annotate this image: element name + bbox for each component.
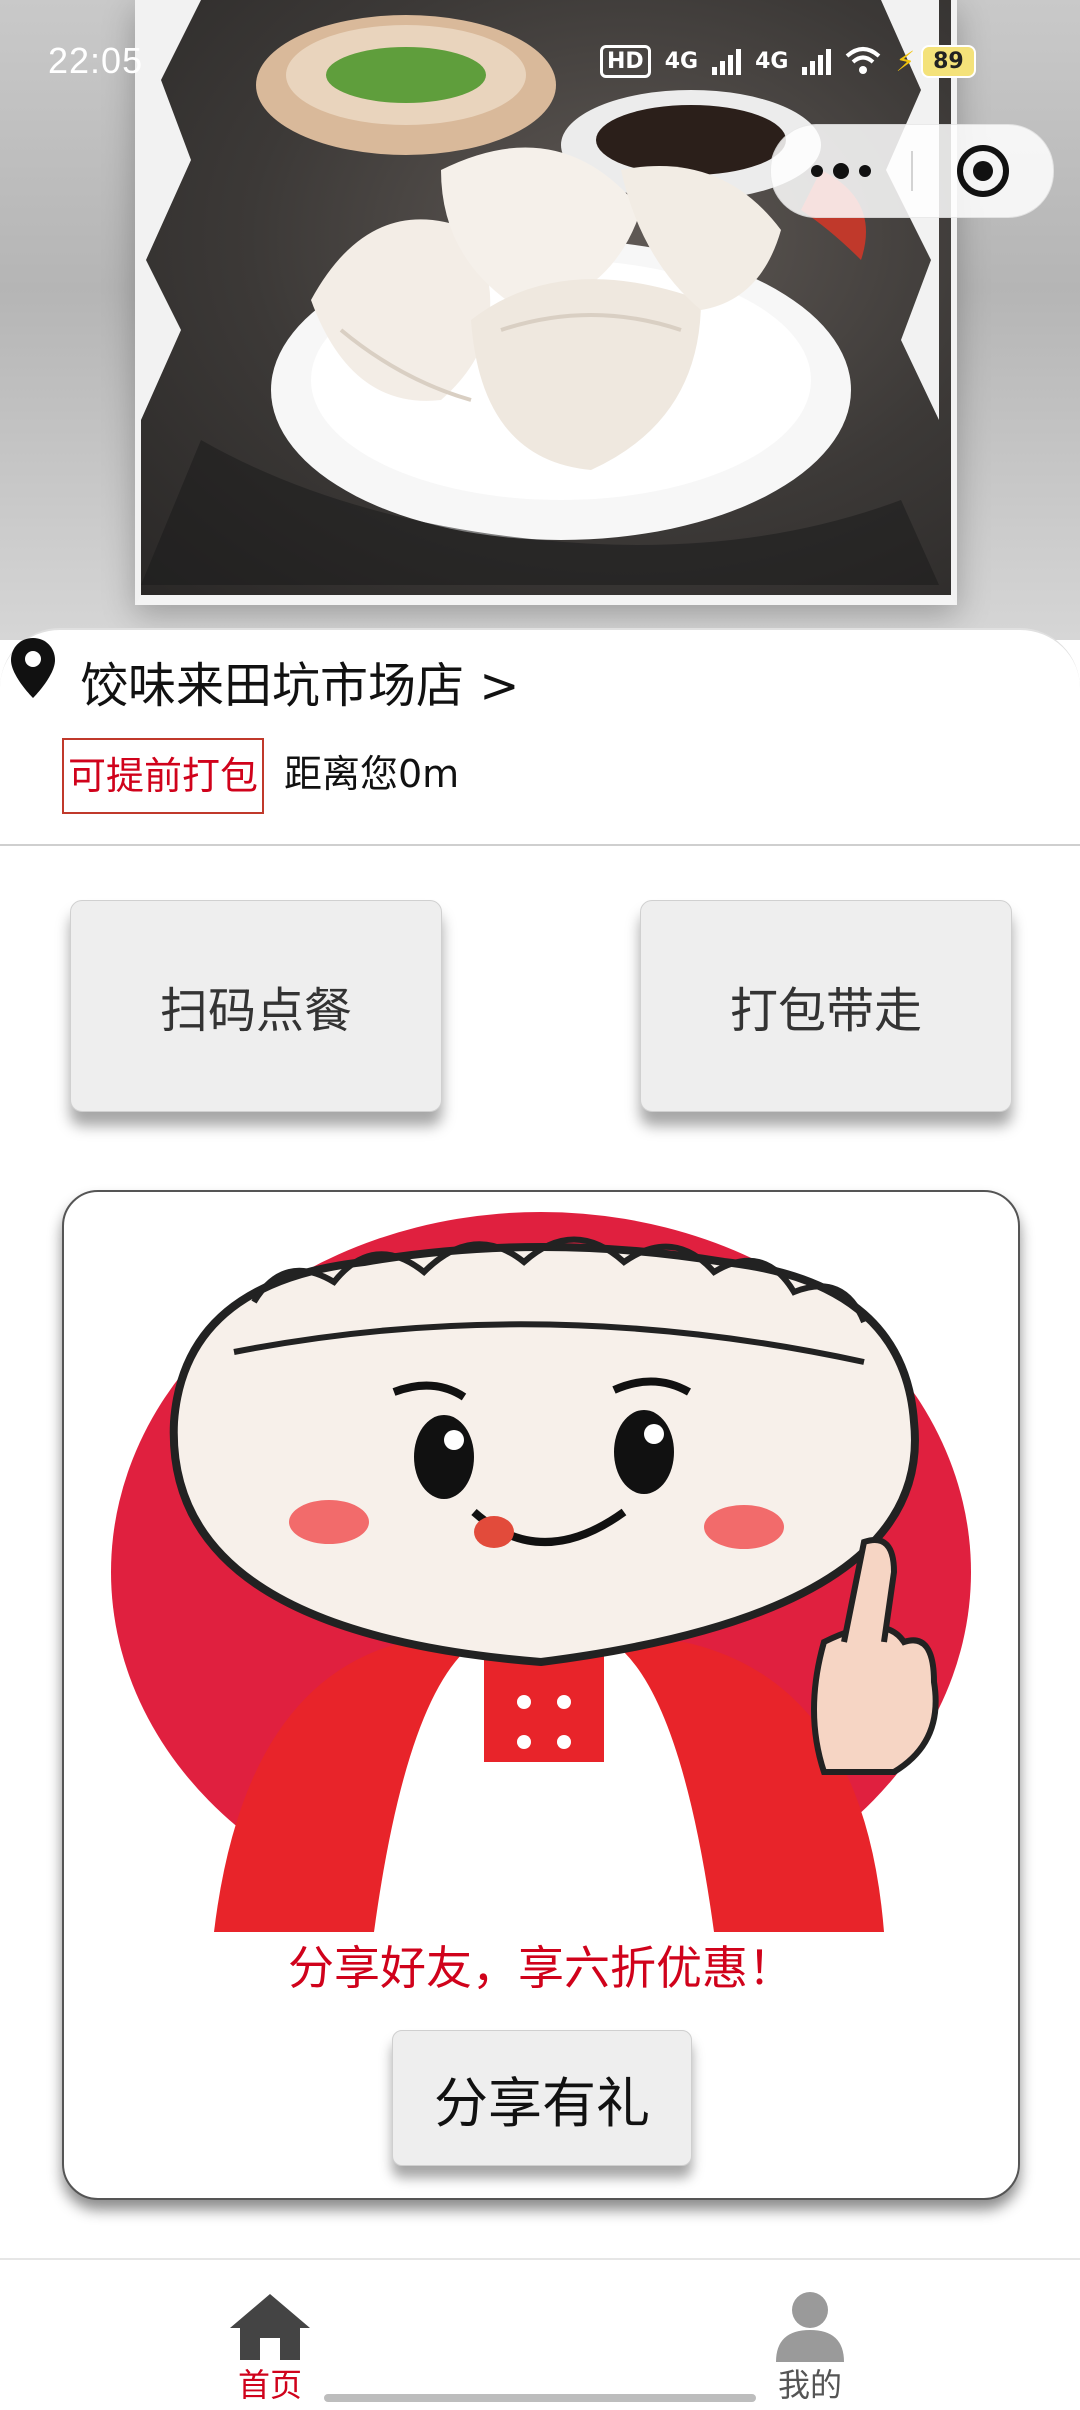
- status-time: 22:05: [48, 40, 144, 81]
- store-distance: 距离您0m: [284, 752, 460, 796]
- miniapp-capsule: [770, 124, 1054, 218]
- dumpling-mascot-illustration: [111, 1212, 971, 1932]
- network-label: 4G: [664, 48, 699, 74]
- more-dots-icon[interactable]: [771, 125, 911, 217]
- promo-card: 分享好友，享六折优惠！ 分享有礼: [62, 1190, 1020, 2200]
- tab-home[interactable]: 首页: [170, 2260, 370, 2410]
- target-close-icon[interactable]: [957, 145, 1009, 197]
- wifi-icon: [846, 47, 881, 74]
- share-gift-button[interactable]: 分享有礼: [392, 2030, 692, 2166]
- signal-icon-2: [802, 47, 832, 75]
- promo-share-text: 分享好友，享六折优惠！: [288, 1941, 794, 1995]
- status-icons: HD 4G 4G ⚡ 89: [600, 40, 976, 82]
- takeaway-button[interactable]: 打包带走: [640, 900, 1012, 1112]
- network-label-2: 4G: [755, 48, 789, 74]
- dumpling-photo: [135, 0, 957, 605]
- store-name-link[interactable]: 饺味来田坑市场店 >: [80, 646, 519, 716]
- battery-indicator: ⚡ 89: [895, 44, 976, 78]
- store-info-card: 饺味来田坑市场店 > 可提前打包 距离您0m: [0, 628, 1080, 846]
- location-pin-icon: [11, 638, 55, 698]
- battery-level: 89: [921, 44, 976, 78]
- capsule-divider: [911, 151, 913, 191]
- scan-order-button[interactable]: 扫码点餐: [70, 900, 442, 1112]
- home-indicator[interactable]: [324, 2394, 756, 2402]
- pack-ahead-tag: 可提前打包: [62, 738, 265, 814]
- tab-me[interactable]: 我的: [710, 2260, 910, 2410]
- hd-icon: HD: [600, 44, 651, 78]
- user-icon: [776, 2292, 844, 2362]
- charging-icon: ⚡: [895, 44, 916, 78]
- home-icon: [230, 2294, 310, 2360]
- signal-icon: [712, 47, 742, 75]
- bottom-tab-bar: 首页 我的: [0, 2258, 1080, 2410]
- hero-banner: 22:05 HD 4G 4G ⚡ 89: [0, 0, 1080, 640]
